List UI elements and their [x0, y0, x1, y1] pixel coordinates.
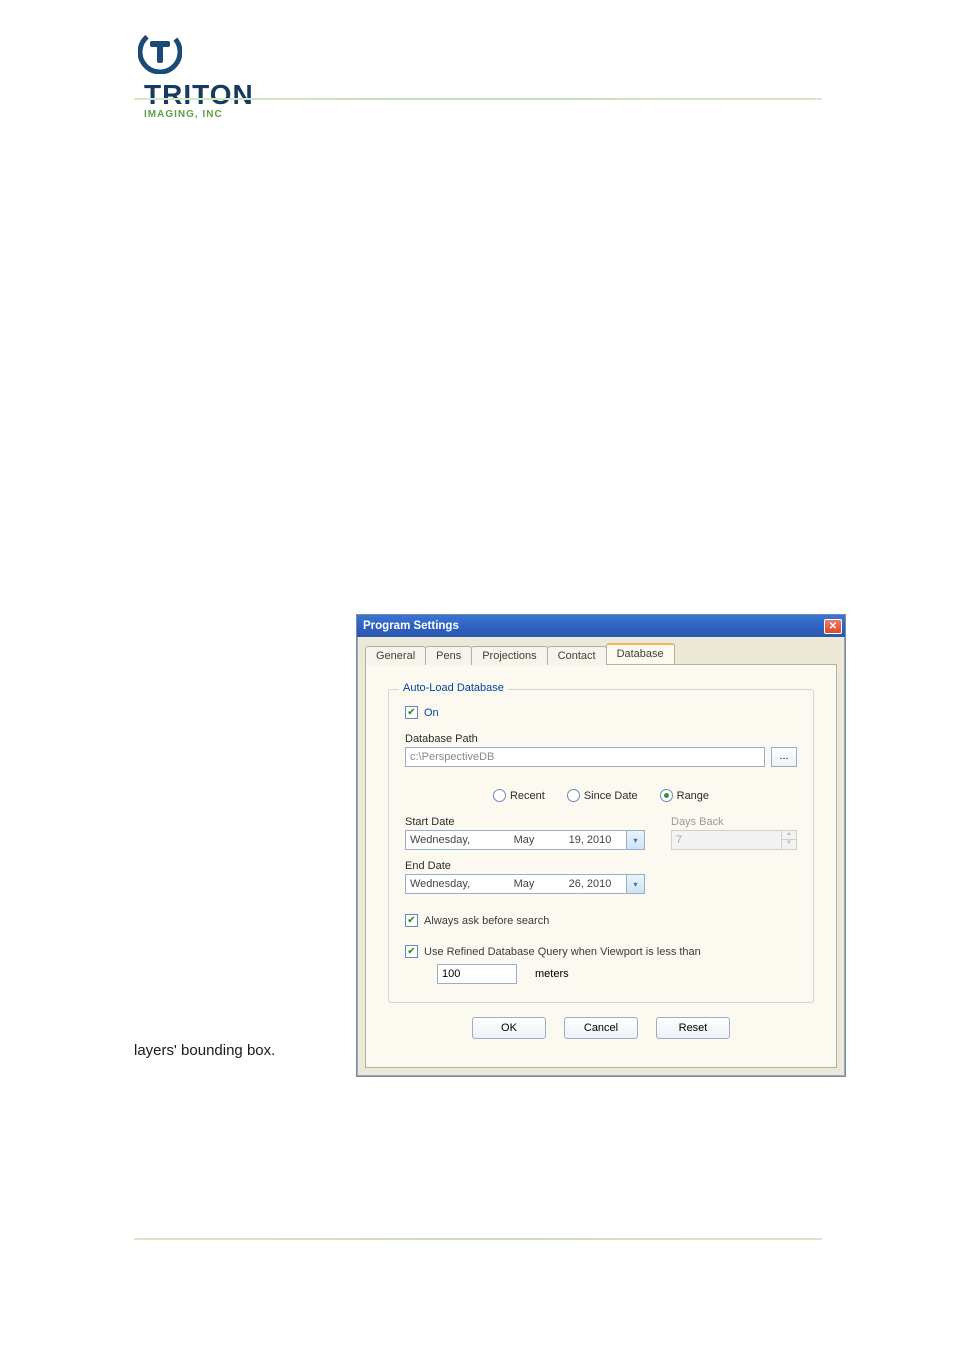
spinner-up-icon: ▲ — [781, 831, 796, 840]
always-ask-checkbox[interactable]: ✔ — [405, 914, 418, 927]
end-date-weekday: Wednesday, — [406, 878, 494, 890]
radio-recent[interactable]: Recent — [493, 789, 545, 802]
start-date-picker[interactable]: Wednesday, May 19, 2010 ▾ — [405, 830, 645, 850]
tab-contact[interactable]: Contact — [547, 646, 607, 665]
tab-general[interactable]: General — [365, 646, 426, 665]
radio-recent-icon — [493, 789, 506, 802]
brand-logo: TRITON IMAGING, INC — [138, 30, 298, 90]
tab-pens[interactable]: Pens — [425, 646, 472, 665]
db-path-input[interactable] — [405, 747, 765, 767]
tab-database[interactable]: Database — [606, 643, 675, 664]
refined-checkbox[interactable]: ✔ — [405, 945, 418, 958]
autoload-groupbox: Auto-Load Database ✔ On Database Path ..… — [388, 689, 814, 1003]
logo-sub: IMAGING, INC — [144, 109, 254, 120]
db-path-row: ... — [405, 747, 797, 767]
groupbox-legend: Auto-Load Database — [399, 682, 508, 694]
start-date-day: 19, 2010 — [554, 834, 626, 846]
dialog-title: Program Settings — [363, 620, 459, 632]
refined-label: Use Refined Database Query when Viewport… — [424, 946, 701, 958]
radio-range[interactable]: Range — [660, 789, 709, 802]
on-checkbox-label: On — [424, 707, 439, 719]
radio-recent-label: Recent — [510, 790, 545, 802]
days-back-value: 7 — [672, 834, 781, 846]
start-date-dropdown-icon[interactable]: ▾ — [626, 831, 644, 849]
threshold-input[interactable] — [437, 964, 517, 984]
body-fragment-layers: layers' bounding box. — [134, 1042, 275, 1059]
footer-divider — [134, 1238, 822, 1240]
end-date-dropdown-icon[interactable]: ▾ — [626, 875, 644, 893]
logo-text: TRITON IMAGING, INC — [144, 81, 254, 120]
start-date-label: Start Date — [405, 816, 645, 828]
db-path-browse-button[interactable]: ... — [771, 747, 797, 767]
tab-panel-database: Auto-Load Database ✔ On Database Path ..… — [365, 664, 837, 1068]
tab-projections[interactable]: Projections — [471, 646, 547, 665]
logo-mark-icon — [138, 30, 182, 77]
ok-button[interactable]: OK — [472, 1017, 546, 1039]
radio-since-icon — [567, 789, 580, 802]
end-date-picker[interactable]: Wednesday, May 26, 2010 ▾ — [405, 874, 645, 894]
days-back-spinner: 7 ▲ ▼ — [671, 830, 797, 850]
refined-threshold-row: meters — [437, 964, 797, 984]
days-back-label: Days Back — [671, 816, 797, 828]
end-date-month: May — [494, 878, 554, 890]
always-ask-label: Always ask before search — [424, 915, 549, 927]
date-mode-radios: Recent Since Date Range — [405, 789, 797, 802]
titlebar: Program Settings ✕ — [357, 615, 845, 637]
date-grid: Start Date Wednesday, May 19, 2010 ▾ Day… — [405, 816, 797, 894]
end-date-day: 26, 2010 — [554, 878, 626, 890]
end-date-col: End Date Wednesday, May 26, 2010 ▾ — [405, 860, 645, 894]
close-button[interactable]: ✕ — [824, 619, 842, 634]
start-date-weekday: Wednesday, — [406, 834, 494, 846]
logo-main: TRITON — [144, 81, 254, 109]
radio-since-label: Since Date — [584, 790, 638, 802]
start-date-col: Start Date Wednesday, May 19, 2010 ▾ — [405, 816, 645, 850]
radio-range-icon — [660, 789, 673, 802]
db-path-label: Database Path — [405, 733, 797, 745]
start-date-month: May — [494, 834, 554, 846]
tab-strip: General Pens Projections Contact Databas… — [365, 643, 837, 664]
spinner-buttons: ▲ ▼ — [781, 831, 796, 849]
refined-query-row: ✔ Use Refined Database Query when Viewpo… — [405, 945, 797, 958]
header-divider — [134, 98, 822, 100]
reset-button[interactable]: Reset — [656, 1017, 730, 1039]
on-checkbox[interactable]: ✔ — [405, 706, 418, 719]
threshold-unit: meters — [535, 968, 569, 980]
always-ask-row: ✔ Always ask before search — [405, 914, 797, 927]
days-back-col: Days Back 7 ▲ ▼ — [671, 816, 797, 850]
spinner-down-icon: ▼ — [781, 840, 796, 849]
dialog-button-row: OK Cancel Reset — [388, 1017, 814, 1039]
radio-since-date[interactable]: Since Date — [567, 789, 638, 802]
cancel-button[interactable]: Cancel — [564, 1017, 638, 1039]
end-date-label: End Date — [405, 860, 645, 872]
radio-range-label: Range — [677, 790, 709, 802]
program-settings-dialog: Program Settings ✕ General Pens Projecti… — [356, 614, 846, 1077]
on-checkbox-row: ✔ On — [405, 706, 797, 719]
